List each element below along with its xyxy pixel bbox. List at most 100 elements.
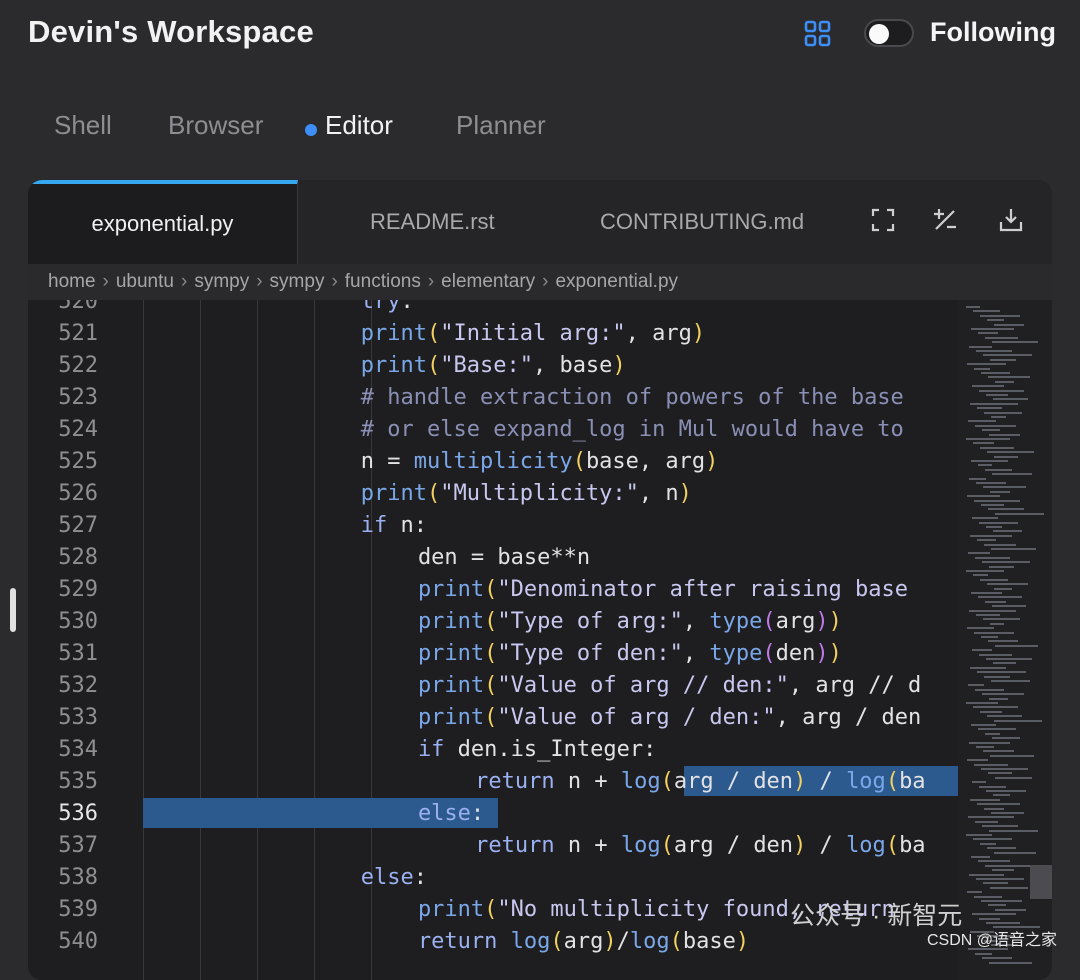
chevron-right-icon: › [427, 271, 435, 292]
minimap-line [983, 750, 1014, 753]
minimap-line [982, 561, 1030, 564]
minimap-line [982, 693, 1024, 696]
grid-view-icon[interactable] [803, 19, 833, 49]
editor-panel: exponential.py README.rst CONTRIBUTING.m… [28, 180, 1052, 980]
minimap-line [986, 526, 1002, 528]
minimap-line [982, 957, 1012, 960]
breadcrumb-item[interactable]: ubuntu [116, 271, 174, 293]
breadcrumb-item[interactable]: functions [345, 271, 421, 293]
minimap-line [986, 790, 1026, 792]
minimap-line [986, 922, 1020, 924]
minimap-line [985, 732, 1000, 735]
minimap-line [979, 521, 1018, 524]
code-line: 522 print("Base:", base) [28, 350, 958, 382]
code-line: 521 print("Initial arg:", arg) [28, 318, 958, 350]
line-number: 529 [58, 577, 98, 602]
tab-shell[interactable]: Shell [54, 110, 112, 141]
breadcrumb-item[interactable]: elementary [441, 271, 535, 293]
minimap-line [990, 622, 1004, 625]
minimap-line [984, 411, 1022, 414]
minimap-line [975, 424, 1016, 427]
minimap-line [972, 781, 986, 784]
code-text: print("Initial arg:", arg) [360, 321, 706, 346]
breadcrumb-item[interactable]: sympy [194, 271, 249, 293]
line-number: 536 [58, 801, 98, 826]
minimap-line [986, 394, 1008, 396]
minimap-line [993, 530, 1022, 533]
minimap-line [988, 772, 1012, 775]
minimap-line [967, 627, 994, 630]
minimap-line [981, 504, 1004, 506]
minimap-line [974, 631, 1014, 634]
file-tab-contributing[interactable]: CONTRIBUTING.md [600, 180, 804, 264]
code-text: n = multiplicity(base, arg) [360, 449, 719, 474]
minimap-line [980, 446, 1014, 449]
minimap-scroll-thumb[interactable] [1030, 865, 1052, 899]
code-text: else: [360, 865, 427, 890]
minimap-line [966, 306, 980, 308]
minimap-line [970, 534, 1012, 537]
diff-icon[interactable] [932, 207, 958, 233]
tab-planner[interactable]: Planner [456, 110, 546, 141]
breadcrumb-item[interactable]: sympy [270, 271, 325, 293]
minimap-line [966, 570, 1004, 572]
minimap-line [971, 592, 1002, 594]
line-number: 530 [58, 609, 98, 634]
minimap-line [971, 856, 990, 858]
workspace-title: Devin's Workspace [28, 14, 314, 49]
tab-browser[interactable]: Browser [168, 110, 263, 141]
minimap-line [980, 710, 1002, 713]
minimap-line [976, 878, 1024, 880]
code-text: try: [360, 300, 414, 314]
code-line: 533 print("Value of arg / den:", arg / de… [28, 702, 958, 734]
code-line: 526 print("Multiplicity:", n) [28, 478, 958, 510]
minimap-line [993, 398, 1028, 401]
minimap-line [989, 961, 1032, 964]
minimap-line [989, 433, 1020, 436]
minimap-line [986, 658, 1032, 660]
minimap-line [978, 332, 998, 335]
resize-handle[interactable] [10, 588, 16, 632]
minimap-line [990, 358, 1016, 361]
minimap-line [970, 798, 1000, 801]
file-tab-readme[interactable]: README.rst [370, 180, 495, 264]
chevron-right-icon: › [331, 271, 338, 292]
minimap-line [969, 345, 992, 348]
following-toggle[interactable] [864, 19, 914, 47]
breadcrumb-item[interactable]: exponential.py [555, 271, 678, 293]
tab-editor[interactable]: Editor [325, 110, 393, 141]
minimap[interactable] [958, 300, 1052, 980]
minimap-line [980, 842, 996, 845]
chevron-right-icon: › [180, 271, 188, 292]
minimap-line [985, 864, 1030, 867]
minimap-line [977, 803, 1020, 806]
code-line: 537 return n + log(arg / den) / log(ba [28, 830, 958, 862]
minimap-line [978, 464, 992, 467]
code-text: return log(arg)/log(base) [417, 929, 750, 954]
minimap-line [987, 451, 1034, 454]
file-tab-exponential[interactable]: exponential.py [28, 180, 298, 264]
breadcrumb-item[interactable]: home [48, 271, 96, 293]
minimap-line [981, 636, 998, 638]
code-text: # handle extraction of powers of the bas… [360, 385, 904, 410]
minimap-line [977, 407, 1002, 410]
minimap-line [977, 539, 996, 542]
minimap-line [989, 565, 1014, 568]
line-number: 527 [58, 513, 98, 538]
minimap-line [987, 847, 1016, 850]
code-line: 534 if den.is_Integer: [28, 734, 958, 766]
minimap-line [995, 512, 1044, 515]
code-text: return n + log(arg / den) / log(ba [475, 833, 926, 858]
minimap-line [969, 477, 986, 480]
minimap-line [974, 499, 1020, 502]
code-line: 529 print("Denominator after raising base [28, 574, 958, 606]
line-number: 540 [58, 929, 98, 954]
minimap-line [966, 438, 1010, 440]
minimap-line [974, 367, 990, 370]
minimap-line [979, 653, 1012, 656]
download-icon[interactable] [998, 207, 1024, 233]
minimap-line [983, 354, 1032, 357]
fullscreen-icon[interactable] [870, 207, 896, 233]
minimap-line [992, 605, 1026, 608]
code-editor[interactable]: 520 try: 521 print("Initial arg:", arg) 522 p… [28, 300, 958, 980]
